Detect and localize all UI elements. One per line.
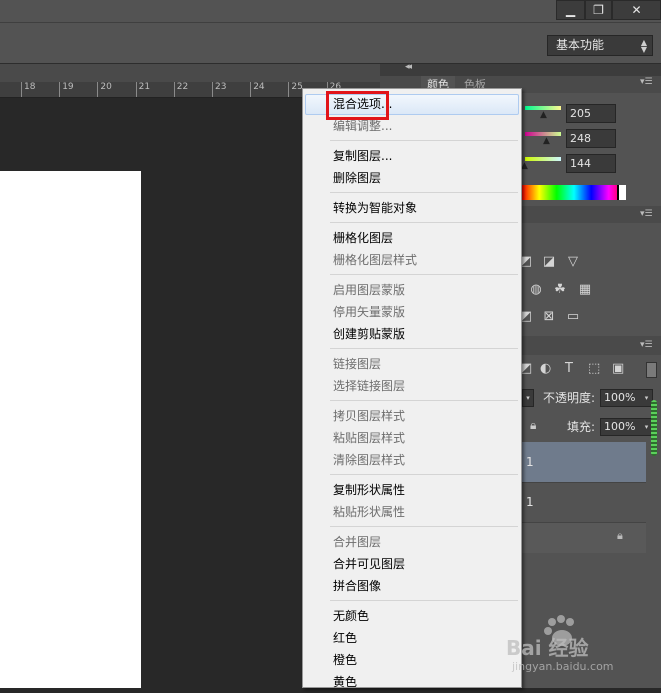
menu-item[interactable]: 复制形状属性 bbox=[333, 479, 518, 501]
selective-color-icon[interactable]: ▭ bbox=[565, 310, 581, 324]
layer-row-background[interactable]: 🔒︎ bbox=[522, 522, 646, 553]
menu-item[interactable]: 创建剪贴蒙版 bbox=[333, 323, 518, 345]
menu-item[interactable]: 删除图层 bbox=[333, 167, 518, 189]
color-spectrum[interactable] bbox=[522, 185, 626, 200]
layer-row[interactable]: 1 bbox=[522, 482, 646, 523]
restore-icon: ❐ bbox=[593, 3, 604, 17]
green-value-field[interactable]: 248 bbox=[566, 129, 616, 148]
layer-name: 1 bbox=[526, 455, 534, 469]
updown-arrow-icon: ▲ ▼ bbox=[640, 38, 647, 54]
menu-separator bbox=[330, 600, 518, 601]
menu-item: 清除图层样式 bbox=[333, 453, 406, 467]
ruler-tick-label: 19 bbox=[59, 82, 74, 97]
document-canvas[interactable] bbox=[0, 171, 141, 688]
minimize-button[interactable]: ▁ bbox=[556, 0, 585, 20]
ruler-tick-label: 21 bbox=[135, 82, 150, 97]
menu-item[interactable]: 转换为智能对象 bbox=[333, 197, 518, 219]
close-icon: ✕ bbox=[631, 3, 642, 17]
filter-smart-object-icon[interactable]: ▣ bbox=[612, 361, 624, 376]
menu-separator bbox=[330, 274, 518, 275]
menu-item[interactable]: 栅格化图层 bbox=[333, 227, 518, 249]
panel-menu-icon[interactable]: ▾☰ bbox=[640, 209, 653, 219]
lock-all-icon[interactable]: 🔒︎ bbox=[530, 418, 536, 433]
annotation-red-box bbox=[326, 91, 389, 120]
menu-item: 停用矢量蒙版 bbox=[333, 305, 406, 319]
menu-item[interactable]: 黄色 bbox=[333, 671, 518, 693]
layer-lock-icon: 🔒︎ bbox=[617, 529, 623, 542]
channel-mixer-icon[interactable]: ☘ bbox=[552, 283, 568, 297]
threshold-icon[interactable]: ⊠ bbox=[541, 310, 557, 324]
menu-separator bbox=[330, 192, 518, 193]
document-tab-bar bbox=[0, 64, 380, 82]
menu-item[interactable]: 复制图层... bbox=[333, 145, 518, 167]
ruler-tick-label: 22 bbox=[173, 82, 188, 97]
panel-collapse-bar[interactable] bbox=[380, 64, 661, 76]
menu-item: 拷贝图层样式 bbox=[333, 409, 406, 423]
fill-label: 填充: bbox=[567, 420, 596, 434]
restore-button[interactable]: ❐ bbox=[585, 0, 612, 20]
menu-separator bbox=[330, 348, 518, 349]
filter-shape-icon[interactable]: ⬚ bbox=[588, 361, 600, 376]
color-balance-icon[interactable]: ◍ bbox=[528, 283, 544, 297]
menu-item: 栅格化图层样式 bbox=[333, 253, 418, 267]
menu-separator bbox=[330, 222, 518, 223]
filter-halfcircle-icon[interactable]: ◐ bbox=[540, 361, 551, 376]
filter-type-icon[interactable]: T bbox=[565, 361, 573, 376]
menu-item[interactable]: 红色 bbox=[333, 627, 518, 649]
red-value-field[interactable]: 205 bbox=[566, 104, 616, 123]
menu-item[interactable]: 橙色 bbox=[333, 649, 518, 671]
collapse-arrows-icon[interactable]: ◂◂ bbox=[405, 62, 412, 72]
watermark-url: jingyan.baidu.com bbox=[512, 660, 614, 673]
panel-menu-icon[interactable]: ▾☰ bbox=[640, 77, 653, 87]
red-slider-thumb-icon[interactable]: ▲ bbox=[540, 110, 547, 120]
menu-separator bbox=[330, 140, 518, 141]
blue-slider-thumb-icon[interactable]: ▲ bbox=[521, 161, 528, 171]
ruler-tick-label: 20 bbox=[97, 82, 112, 97]
gradient-map-triangle-icon[interactable]: ▽ bbox=[565, 255, 581, 269]
menu-separator bbox=[330, 526, 518, 527]
layer-name: 1 bbox=[526, 495, 534, 509]
exposure-icon[interactable]: ◪ bbox=[541, 255, 557, 269]
panel-menu-icon[interactable]: ▾☰ bbox=[640, 340, 653, 350]
workspace-select[interactable]: 基本功能 ▲ ▼ bbox=[547, 35, 653, 56]
menu-separator bbox=[330, 400, 518, 401]
close-button[interactable]: ✕ bbox=[612, 0, 661, 20]
green-slider-thumb-icon[interactable]: ▲ bbox=[543, 136, 550, 146]
menu-item: 启用图层蒙版 bbox=[333, 283, 406, 297]
spectrum-white-swatch[interactable] bbox=[617, 185, 626, 200]
layer-row[interactable]: 1 bbox=[522, 442, 646, 482]
opacity-label: 不透明度: bbox=[543, 391, 596, 405]
menu-item: 粘贴图层样式 bbox=[333, 431, 406, 445]
menu-separator bbox=[330, 474, 518, 475]
minimize-icon: ▁ bbox=[565, 3, 576, 17]
blue-slider[interactable] bbox=[525, 157, 561, 161]
blend-mode-dropdown[interactable]: ▾ bbox=[522, 389, 534, 407]
menu-item[interactable]: 合并可见图层 bbox=[333, 553, 518, 575]
filter-toggle-icon[interactable] bbox=[646, 362, 657, 378]
menu-item[interactable]: 无颜色 bbox=[333, 605, 518, 627]
ruler-tick-label: 18 bbox=[21, 82, 35, 97]
watermark-brand: Bai 经验 bbox=[506, 636, 589, 660]
ruler-tick-label: 25 bbox=[288, 82, 303, 97]
menu-item: 粘贴形状属性 bbox=[333, 505, 406, 519]
workspace-label: 基本功能 bbox=[556, 38, 605, 52]
ruler-tick-label: 24 bbox=[250, 82, 265, 97]
ruler-tick-label: 23 bbox=[212, 82, 226, 97]
menu-item: 链接图层 bbox=[333, 357, 382, 371]
blue-value-field[interactable]: 144 bbox=[566, 154, 616, 173]
menu-item: 合并图层 bbox=[333, 535, 382, 549]
menu-item: 选择链接图层 bbox=[333, 379, 406, 393]
menu-item[interactable]: 拼合图像 bbox=[333, 575, 518, 597]
color-lookup-grid-icon[interactable]: ▦ bbox=[577, 283, 593, 297]
panel-scrollbar[interactable] bbox=[651, 400, 657, 456]
